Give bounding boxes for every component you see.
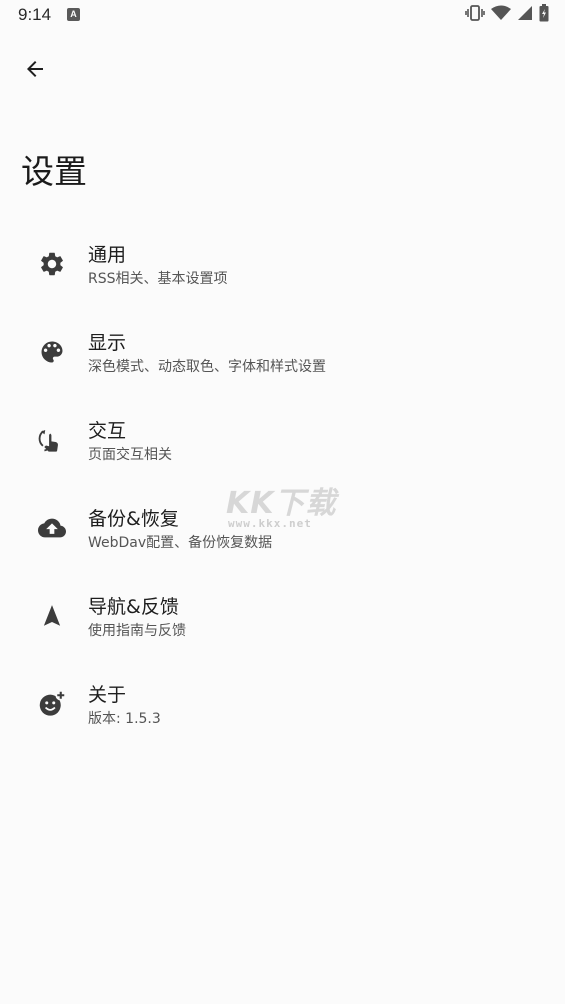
wifi-icon [491,5,511,25]
settings-item-description: 使用指南与反馈 [88,623,186,639]
vibrate-icon [465,4,485,26]
cloud-upload-icon [38,514,66,542]
settings-item-description: 版本: 1.5.3 [88,711,161,727]
settings-item-description: 深色模式、动态取色、字体和样式设置 [88,359,326,375]
settings-item-description: RSS相关、基本设置项 [88,271,228,287]
settings-item-interaction[interactable]: 交互 页面交互相关 [0,398,565,486]
settings-item-description: WebDav配置、备份恢复数据 [88,535,273,551]
settings-item-guide-feedback[interactable]: 导航&反馈 使用指南与反馈 [0,574,565,662]
back-button[interactable] [14,50,56,92]
settings-item-description: 页面交互相关 [88,447,172,463]
notification-app-icon: A [67,8,80,21]
status-bar: 9:14 A [0,0,565,32]
settings-item-about[interactable]: 关于 版本: 1.5.3 [0,662,565,750]
touch-gesture-icon [38,426,66,454]
settings-item-label: 交互 [88,420,127,442]
add-reaction-icon [38,690,66,718]
status-icons [465,4,549,26]
settings-list: 通用 RSS相关、基本设置项 显示 深色模式、动态取色、字体和样式设置 交互 页… [0,222,565,750]
status-time: 9:14 [18,5,52,24]
gear-icon [38,250,66,278]
settings-item-label: 关于 [88,684,127,706]
settings-item-backup-restore[interactable]: 备份&恢复 WebDav配置、备份恢复数据 [0,486,565,574]
settings-item-general[interactable]: 通用 RSS相关、基本设置项 [0,222,565,310]
signal-icon [517,5,533,25]
settings-item-label: 导航&反馈 [88,596,179,618]
settings-item-label: 备份&恢复 [88,508,179,530]
arrow-back-icon [23,57,47,85]
page-title: 设置 [21,152,87,191]
settings-item-label: 显示 [88,332,127,354]
navigation-arrow-icon [38,602,66,630]
settings-item-display[interactable]: 显示 深色模式、动态取色、字体和样式设置 [0,310,565,398]
battery-icon [539,4,549,26]
settings-item-label: 通用 [88,244,127,266]
palette-icon [38,338,66,366]
